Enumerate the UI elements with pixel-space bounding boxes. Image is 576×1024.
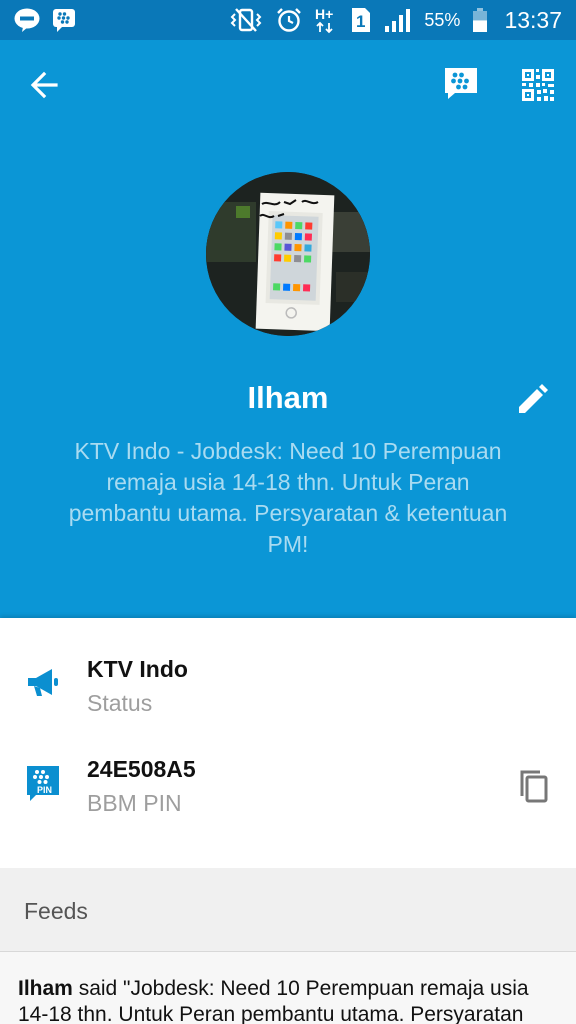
profile-info-card: KTV Indo Status PIN 24E508A5 BBM PIN [0,618,576,868]
vibrate-icon [228,7,264,33]
pin-value: 24E508A5 [87,756,196,782]
feed-author: Ilham [18,977,73,1000]
pin-subtitle: BBM PIN [87,790,182,816]
alarm-icon [276,7,302,33]
profile-header: Ilham KTV Indo - Jobdesk: Need 10 Peremp… [0,40,576,618]
bbm-chat-button[interactable] [442,66,480,102]
status-title: KTV Indo [87,656,188,682]
qr-code-button[interactable] [520,67,556,103]
status-bar-left [14,8,76,32]
network-label: H+ [315,6,333,22]
battery-icon [472,7,488,33]
copy-pin-button[interactable] [514,766,554,806]
status-subtitle: Status [87,690,153,716]
copy-icon [520,770,548,803]
sim-1-icon: 1 [350,6,372,34]
pin-row[interactable]: PIN 24E508A5 BBM PIN [0,752,576,832]
signal-icon [384,7,412,33]
pin-icon-label: PIN [37,785,52,795]
bbm-chat-icon [445,68,477,99]
line-app-icon [14,8,40,32]
back-button[interactable] [28,68,62,102]
profile-name: Ilham [247,380,329,415]
sim-label: 1 [356,12,365,31]
status-bar-right: H+ 1 55% 13:37 [228,6,562,34]
bbm-pin-icon: PIN [24,764,62,802]
bbm-app-icon [52,8,76,32]
feed-message: said "Jobdesk: Need 10 Perempuan remaja … [18,977,529,1024]
network-h-plus-icon: H+ [314,6,338,34]
feed-item[interactable]: Ilham said "Jobdesk: Need 10 Perempuan r… [0,952,576,1024]
avatar[interactable] [206,172,370,336]
battery-percent: 55% [424,9,461,30]
clock: 13:37 [504,6,562,33]
edit-profile-button[interactable] [514,382,550,418]
status-bar: H+ 1 55% 13:37 [0,0,576,40]
feed-text: Ilham said "Jobdesk: Need 10 Perempuan r… [18,976,563,1024]
pencil-icon [519,384,548,413]
arrow-left-icon [30,71,58,99]
profile-status-message: KTV Indo - Jobdesk: Need 10 Perempuan re… [68,438,508,557]
qr-code-icon [522,69,554,101]
feeds-label: Feeds [24,898,88,924]
feeds-section-header: Feeds [0,868,576,952]
avatar-image [206,172,370,336]
status-row[interactable]: KTV Indo Status [0,652,576,732]
megaphone-icon [24,664,62,702]
